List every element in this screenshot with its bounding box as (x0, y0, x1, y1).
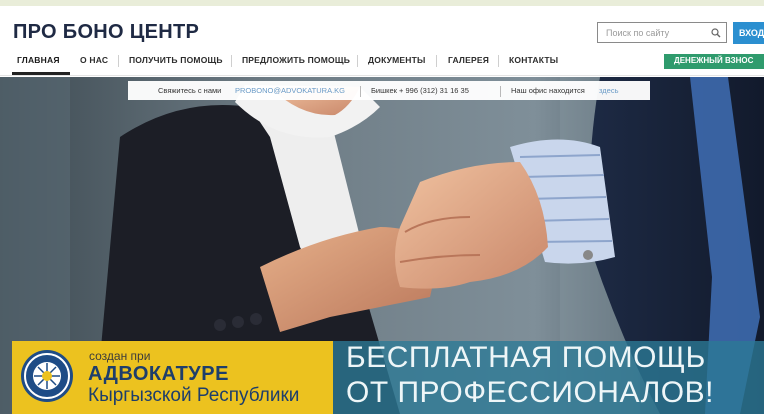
office-prefix: Наш офис находится (511, 86, 585, 95)
search-icon[interactable] (706, 23, 726, 42)
office-location-link[interactable]: здесь (599, 86, 618, 95)
strip-separator (500, 86, 501, 97)
nav-item-get-help[interactable]: ПОЛУЧИТЬ ПОМОЩЬ (129, 55, 223, 65)
contact-phone: Бишкек + 996 (312) 31 16 35 (371, 86, 469, 95)
slogan-line-2: ОТ ПРОФЕССИОНАЛОВ! (346, 376, 714, 409)
login-button[interactable]: ВХОД (733, 22, 764, 44)
search-input[interactable] (598, 23, 706, 42)
nav-item-home[interactable]: ГЛАВНАЯ (17, 55, 60, 65)
created-by-text: создан при (89, 349, 151, 363)
nav-separator (436, 55, 437, 67)
nav-active-indicator (12, 72, 70, 75)
nav-separator (118, 55, 119, 67)
nav-item-gallery[interactable]: ГАЛЕРЕЯ (448, 55, 489, 65)
contact-prefix: Свяжитесь с нами (158, 86, 222, 95)
site-logo[interactable]: ПРО БОНО ЦЕНТР (13, 21, 199, 44)
bar-emblem-icon (21, 350, 73, 402)
nav-separator (357, 55, 358, 67)
nav-item-documents[interactable]: ДОКУМЕНТЫ (368, 55, 426, 65)
main-nav: ГЛАВНАЯ О НАС ПОЛУЧИТЬ ПОМОЩЬ ПРЕДЛОЖИТЬ… (0, 50, 764, 76)
site-header: ПРО БОНО ЦЕНТР ВХОД (0, 6, 764, 50)
nav-separator (498, 55, 499, 67)
republic-text: Кыргызской Республики (88, 385, 300, 406)
nav-item-contacts[interactable]: КОНТАКТЫ (509, 55, 558, 65)
bar-name-text: АДВОКАТУРЕ (88, 363, 229, 385)
slogan-line-1: БЕСПЛАТНАЯ ПОМОЩЬ (346, 341, 706, 374)
nav-item-about[interactable]: О НАС (80, 55, 108, 65)
nav-item-offer-help[interactable]: ПРЕДЛОЖИТЬ ПОМОЩЬ (242, 55, 350, 65)
nav-separator (231, 55, 232, 67)
donate-button[interactable]: ДЕНЕЖНЫЙ ВЗНОС (664, 54, 764, 69)
contact-email-link[interactable]: PROBONO@ADVOKATURA.KG (235, 86, 345, 95)
contact-strip: Свяжитесь с нами PROBONO@ADVOKATURA.KG Б… (128, 81, 650, 100)
search-box[interactable] (597, 22, 727, 43)
strip-separator (360, 86, 361, 97)
